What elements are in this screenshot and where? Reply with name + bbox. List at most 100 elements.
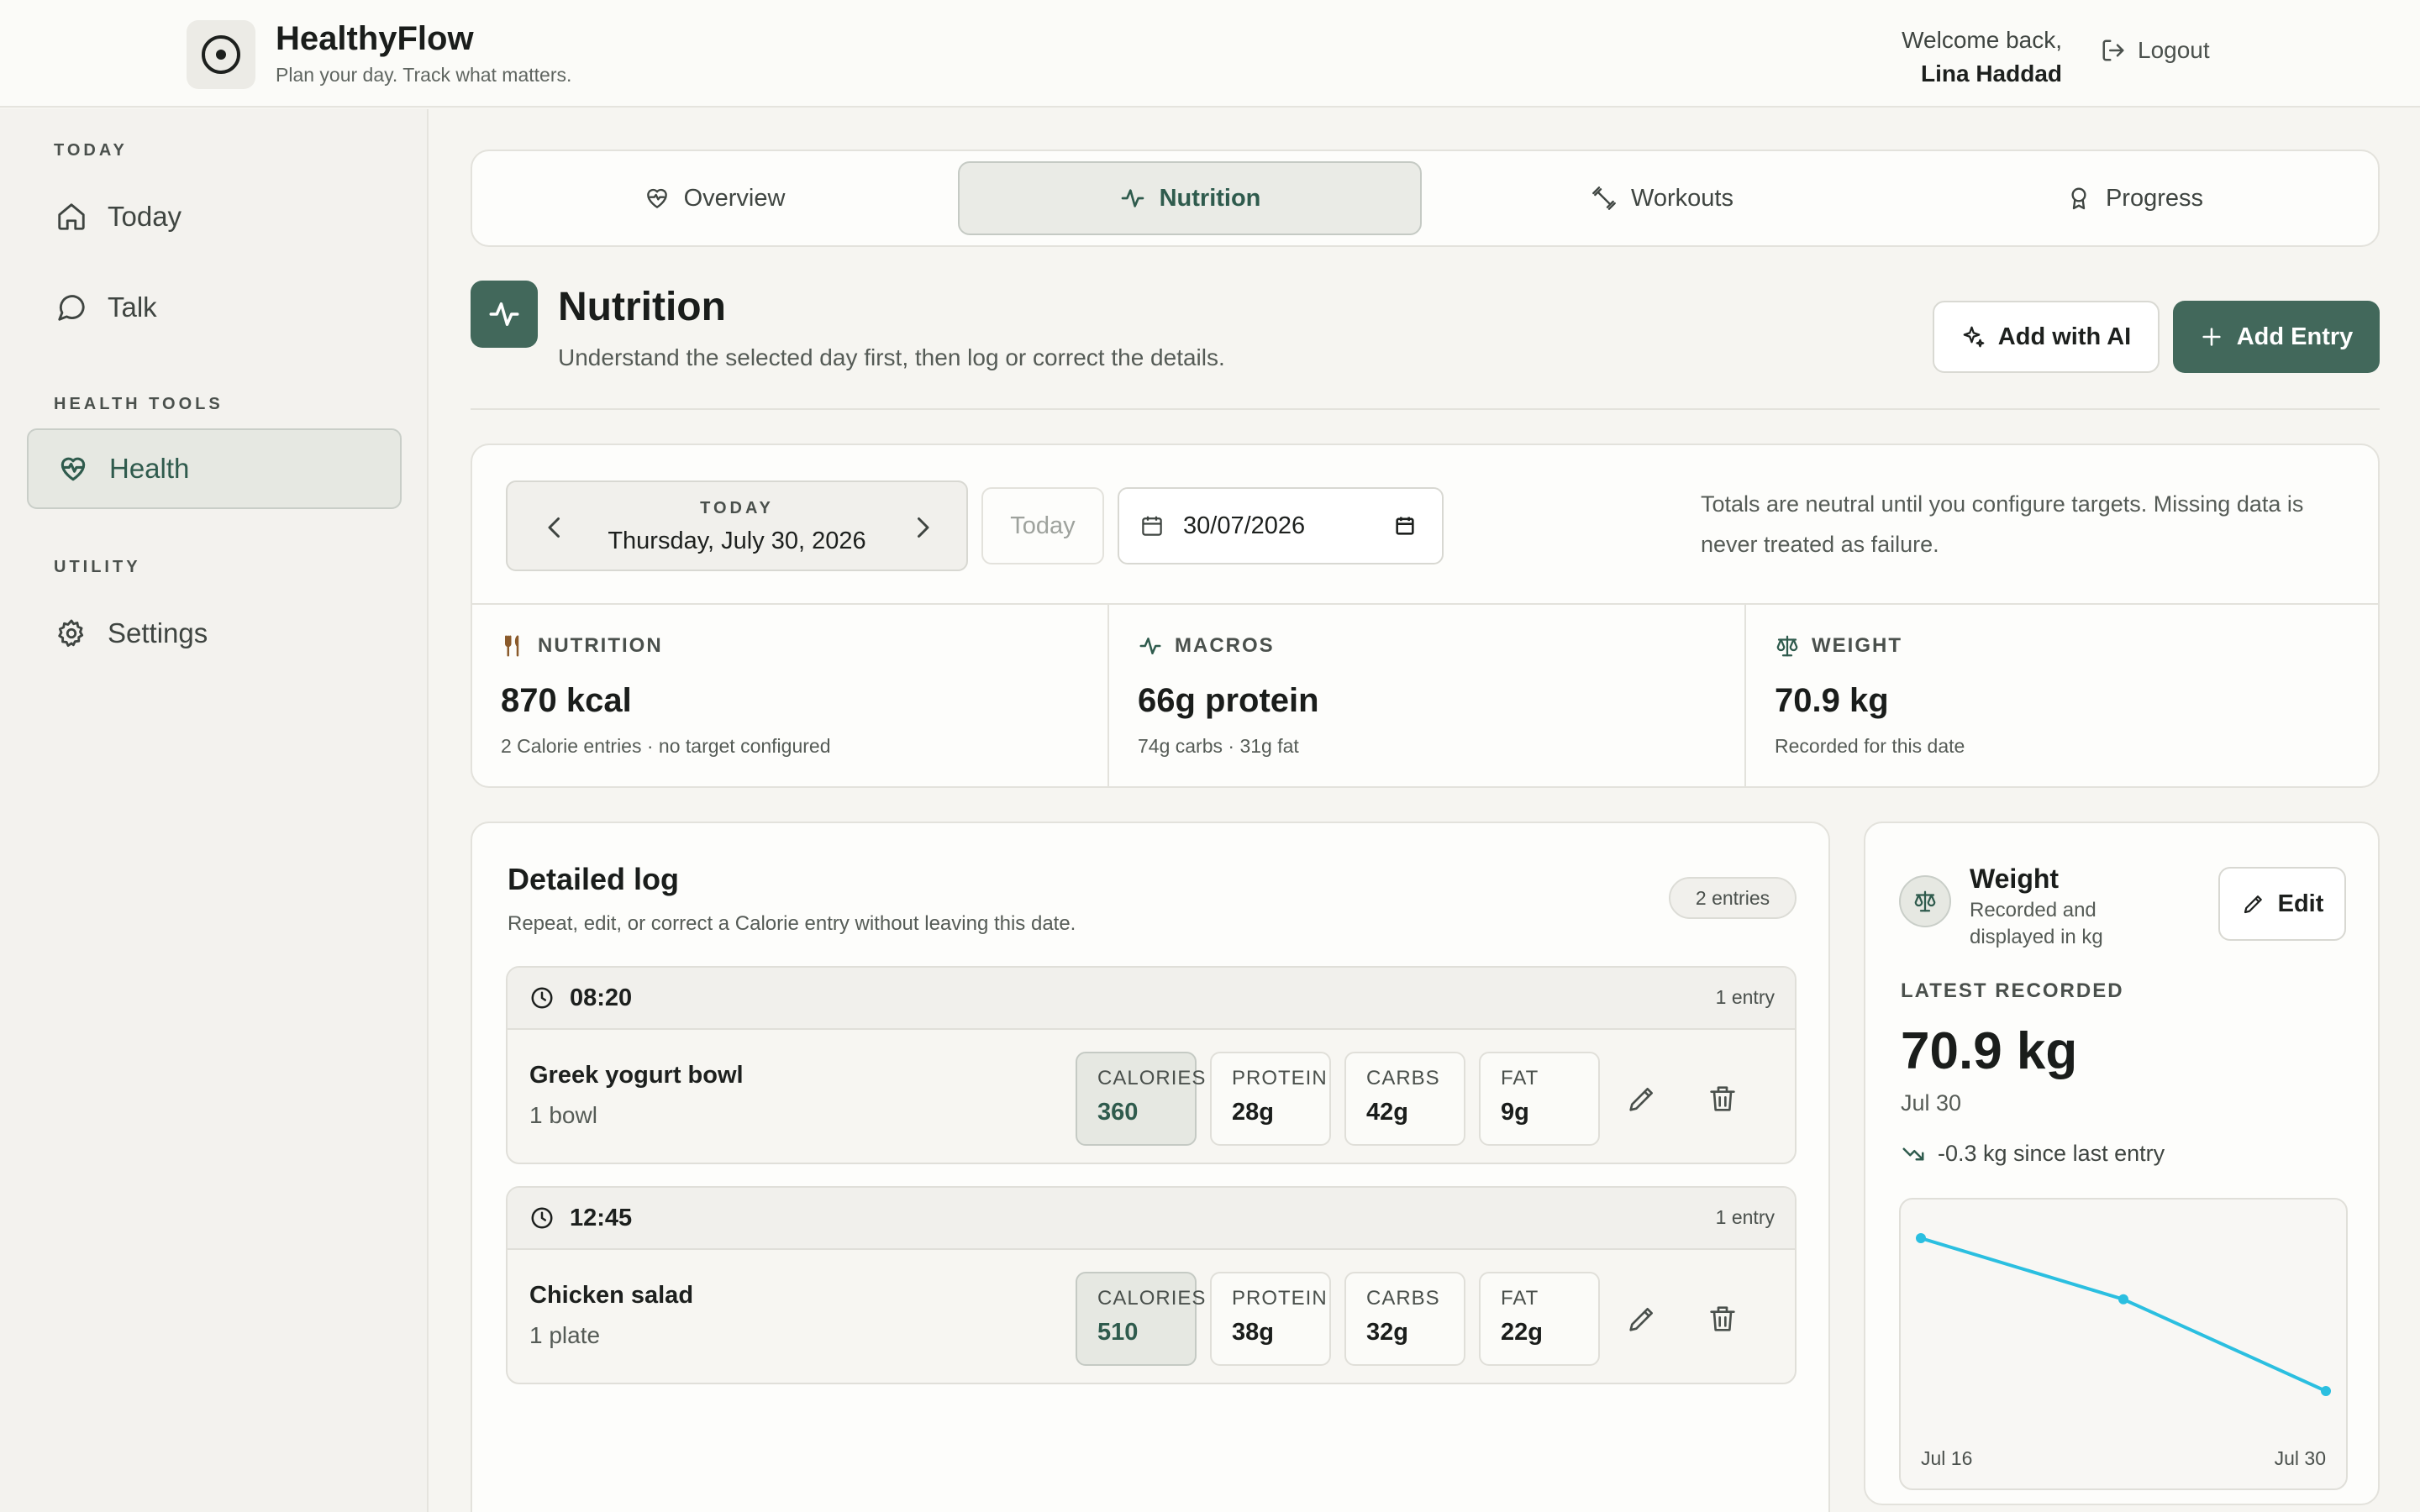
latest-recorded-label: LATEST RECORDED xyxy=(1901,979,2124,1002)
chip-value: 28g xyxy=(1232,1099,1274,1126)
calories-chip: CALORIES 510 xyxy=(1076,1272,1207,1366)
log-time: 12:45 xyxy=(570,1204,633,1231)
weight-data-point[interactable] xyxy=(2118,1294,2128,1305)
weight-title: Weight xyxy=(1970,864,2060,894)
sidebar-section-utility: UTILITY xyxy=(54,558,141,576)
chip-label: PROTEIN xyxy=(1232,1287,1328,1310)
stat-value: 870 kcal xyxy=(501,682,632,719)
stat-subtext: 2 Calorie entries · no target configured xyxy=(501,735,831,757)
trash-icon[interactable] xyxy=(1706,1082,1739,1116)
stat-value: 70.9 kg xyxy=(1775,682,1889,719)
sidebar-item-health[interactable]: Health xyxy=(27,428,402,509)
award-icon xyxy=(2071,187,2086,210)
sidebar: TODAY Today Talk HEALTH TOOLS Health UTI… xyxy=(0,109,429,1512)
sidebar-item-label: Health xyxy=(109,453,190,484)
calendar-icon xyxy=(1142,516,1162,536)
chip-value: 360 xyxy=(1097,1099,1139,1126)
chat-icon xyxy=(58,295,85,321)
log-group-header: 08:20 1 entry xyxy=(508,968,1795,1030)
home-icon xyxy=(58,203,85,230)
app-logo[interactable] xyxy=(187,20,255,89)
entries-badge: 2 entries xyxy=(1669,877,1797,919)
chip-value: 510 xyxy=(1097,1319,1139,1346)
dumbbell-icon xyxy=(1592,186,1616,210)
date-input[interactable]: 30/07/2026 xyxy=(1118,487,1444,564)
stats-row: NUTRITION 870 kcal 2 Calorie entries · n… xyxy=(472,603,2378,786)
tab-overview[interactable]: Overview xyxy=(482,161,946,235)
logout-button[interactable]: Logout xyxy=(2101,37,2210,64)
trash-icon[interactable] xyxy=(1706,1302,1739,1336)
add-entry-button[interactable]: Add Entry xyxy=(2173,301,2380,373)
add-entry-label: Add Entry xyxy=(2236,323,2354,350)
tab-label: Nutrition xyxy=(1159,184,1261,212)
edit-icon[interactable] xyxy=(1625,1302,1659,1336)
sidebar-item-today[interactable]: Today xyxy=(27,176,402,257)
calendar-picker-icon[interactable] xyxy=(1393,514,1417,538)
carbs-chip: CARBS 32g xyxy=(1344,1272,1465,1366)
chip-label: CARBS xyxy=(1366,1067,1440,1089)
detailed-log-card: Detailed log Repeat, edit, or correct a … xyxy=(471,822,1830,1512)
add-with-ai-button[interactable]: Add with AI xyxy=(1933,301,2160,373)
date-input-value: 30/07/2026 xyxy=(1183,512,1306,539)
heart-icon xyxy=(646,188,667,208)
clock-icon xyxy=(531,987,553,1009)
trending-down-icon xyxy=(1902,1147,1924,1160)
latest-weight-date: Jul 30 xyxy=(1901,1090,1962,1116)
carbs-chip: CARBS 42g xyxy=(1344,1052,1465,1146)
tab-nutrition[interactable]: Nutrition xyxy=(958,161,1422,235)
edit-icon[interactable] xyxy=(1625,1082,1659,1116)
tab-workouts[interactable]: Workouts xyxy=(1430,161,1894,235)
stat-subtext: Recorded for this date xyxy=(1775,735,1965,757)
x-tick-label: Jul 30 xyxy=(2274,1447,2326,1469)
welcome-message: Welcome back, Lina Haddad xyxy=(1902,24,2062,91)
food-name: Greek yogurt bowl xyxy=(529,1062,744,1089)
protein-chip: PROTEIN 38g xyxy=(1210,1272,1331,1366)
weight-data-point[interactable] xyxy=(2321,1386,2331,1396)
tab-progress[interactable]: Progress xyxy=(1902,161,2366,235)
weight-delta: -0.3 kg since last entry xyxy=(1901,1141,2165,1167)
weight-data-point[interactable] xyxy=(1916,1233,1926,1243)
chip-value: 38g xyxy=(1232,1319,1274,1346)
header-divider xyxy=(471,408,2380,410)
chip-value: 9g xyxy=(1501,1099,1529,1126)
sidebar-section-health-tools: HEALTH TOOLS xyxy=(54,395,224,413)
page-icon xyxy=(471,281,538,348)
stat-label: WEIGHT xyxy=(1812,634,1902,657)
chevron-right-icon[interactable] xyxy=(908,512,938,543)
food-quantity: 1 plate xyxy=(529,1322,601,1348)
welcome-text: Welcome back, xyxy=(1902,27,2062,53)
section-tabs: Overview Nutrition Workouts Progress xyxy=(471,150,2380,247)
user-name: Lina Haddad xyxy=(1920,60,2062,87)
page-subtitle: Understand the selected day first, then … xyxy=(558,344,1225,370)
stat-subtext: 74g carbs · 31g fat xyxy=(1138,735,1299,757)
log-group: 12:45 1 entry Chicken salad 1 plate CALO… xyxy=(506,1186,1797,1384)
stat-macros: MACROS 66g protein 74g carbs · 31g fat xyxy=(1109,605,1746,786)
sidebar-item-talk[interactable]: Talk xyxy=(27,267,402,348)
weight-delta-text: -0.3 kg since last entry xyxy=(1938,1141,2165,1166)
today-button[interactable]: Today xyxy=(981,487,1104,564)
sidebar-item-settings[interactable]: Settings xyxy=(27,593,402,674)
logo-icon xyxy=(202,35,240,74)
date-nav-label: TODAY xyxy=(700,499,774,517)
scale-icon xyxy=(1776,635,1798,657)
chip-value: 42g xyxy=(1366,1099,1408,1126)
stat-value: 66g protein xyxy=(1138,682,1319,719)
heart-pulse-icon xyxy=(60,457,86,481)
calories-chip: CALORIES 360 xyxy=(1076,1052,1205,1146)
log-group-count: 1 entry xyxy=(1715,986,1775,1008)
x-tick-label: Jul 16 xyxy=(1921,1447,1973,1469)
page-title: Nutrition xyxy=(558,285,726,329)
utensils-icon xyxy=(505,635,519,657)
weight-card: Weight Recorded and displayed in kg Edit… xyxy=(1864,822,2380,1505)
sidebar-item-label: Talk xyxy=(108,291,157,323)
chip-label: CALORIES xyxy=(1097,1287,1207,1310)
sidebar-item-label: Settings xyxy=(108,617,208,648)
sparkles-icon xyxy=(1963,326,1985,348)
log-subtitle: Repeat, edit, or correct a Calorie entry… xyxy=(508,912,1076,935)
tab-label: Overview xyxy=(683,184,786,212)
weight-edit-button[interactable]: Edit xyxy=(2218,867,2346,941)
latest-weight-value: 70.9 kg xyxy=(1901,1022,2078,1080)
food-quantity: 1 bowl xyxy=(529,1102,597,1128)
tab-label: Progress xyxy=(2105,184,2204,212)
fat-chip: FAT 22g xyxy=(1479,1272,1600,1366)
